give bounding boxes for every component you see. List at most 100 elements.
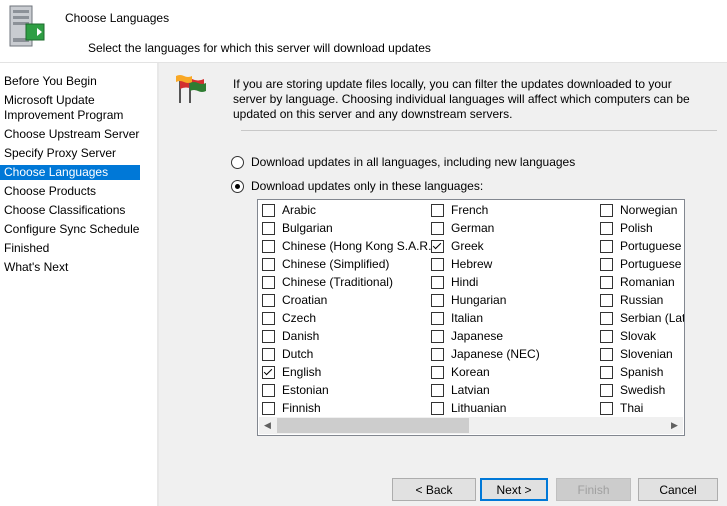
language-checkbox[interactable] (600, 239, 613, 253)
language-item[interactable]: Polish (600, 219, 653, 237)
language-item[interactable]: Chinese (Simplified) (262, 255, 389, 273)
language-label: Romanian (620, 275, 675, 289)
nav-item-choose-upstream-server[interactable]: Choose Upstream Server (0, 127, 140, 142)
language-item[interactable]: Spanish (600, 363, 663, 381)
language-item[interactable]: Hindi (431, 273, 478, 291)
language-item[interactable]: French (431, 201, 488, 219)
nav-item-microsoft-update[interactable]: Microsoft Update (0, 93, 140, 108)
language-item[interactable]: Italian (431, 309, 483, 327)
language-item[interactable]: Slovenian (600, 345, 673, 363)
nav-item-choose-products[interactable]: Choose Products (0, 184, 140, 199)
language-checkbox[interactable] (262, 311, 275, 325)
language-checkbox[interactable] (600, 221, 613, 235)
nav-item-choose-classifications[interactable]: Choose Classifications (0, 203, 140, 218)
horizontal-scrollbar[interactable]: ◀ ▶ (259, 417, 683, 434)
language-checkbox[interactable] (431, 257, 444, 271)
language-item[interactable]: English (262, 363, 321, 381)
language-checkbox[interactable] (262, 329, 275, 343)
nav-item-choose-languages[interactable]: Choose Languages (0, 165, 140, 180)
language-checkbox[interactable] (600, 401, 613, 415)
language-checkbox[interactable] (431, 239, 444, 253)
language-list[interactable]: Arabic Bulgarian Chinese (Hong Kong S.A.… (257, 199, 685, 436)
back-button[interactable]: < Back (392, 478, 476, 501)
language-label: Slovenian (620, 347, 673, 361)
language-checkbox[interactable] (431, 311, 444, 325)
language-checkbox[interactable] (600, 311, 613, 325)
language-checkbox[interactable] (431, 203, 444, 217)
language-item[interactable]: Latvian (431, 381, 490, 399)
nav-item-before-you-begin[interactable]: Before You Begin (0, 74, 140, 89)
language-item[interactable]: Russian (600, 291, 663, 309)
language-checkbox[interactable] (262, 203, 275, 217)
language-checkbox[interactable] (600, 275, 613, 289)
language-checkbox[interactable] (431, 347, 444, 361)
language-checkbox[interactable] (262, 383, 275, 397)
language-item[interactable]: Portuguese (600, 255, 681, 273)
language-checkbox[interactable] (262, 239, 275, 253)
language-item[interactable]: Finnish (262, 399, 321, 417)
language-label: Korean (451, 365, 490, 379)
nav-item-configure-sync-schedule[interactable]: Configure Sync Schedule (0, 222, 140, 237)
language-checkbox[interactable] (600, 383, 613, 397)
language-item[interactable]: Chinese (Hong Kong S.A.R.) (262, 237, 435, 255)
language-checkbox[interactable] (431, 401, 444, 415)
nav-item-improvement-program[interactable]: Improvement Program (0, 108, 140, 123)
language-item[interactable]: Arabic (262, 201, 316, 219)
language-item[interactable]: Korean (431, 363, 490, 381)
language-item[interactable]: Chinese (Traditional) (262, 273, 393, 291)
language-checkbox[interactable] (262, 365, 275, 379)
finish-button[interactable]: Finish (556, 478, 631, 501)
language-checkbox[interactable] (600, 347, 613, 361)
language-item[interactable]: Hungarian (431, 291, 506, 309)
language-item[interactable]: Hebrew (431, 255, 492, 273)
scroll-left-icon[interactable]: ◀ (259, 417, 276, 434)
all-languages-option[interactable]: Download updates in all languages, inclu… (231, 154, 575, 170)
language-item[interactable]: German (431, 219, 494, 237)
language-item[interactable]: Croatian (262, 291, 327, 309)
language-checkbox[interactable] (600, 257, 613, 271)
language-item[interactable]: Estonian (262, 381, 329, 399)
language-checkbox[interactable] (262, 293, 275, 307)
language-checkbox[interactable] (431, 293, 444, 307)
language-checkbox[interactable] (600, 329, 613, 343)
language-checkbox[interactable] (600, 293, 613, 307)
language-item[interactable]: Czech (262, 309, 316, 327)
language-item[interactable]: Romanian (600, 273, 675, 291)
language-checkbox[interactable] (431, 275, 444, 289)
language-item[interactable]: Serbian (Lati (600, 309, 684, 327)
nav-item-finished[interactable]: Finished (0, 241, 140, 256)
next-button[interactable]: Next > (480, 478, 548, 501)
scroll-right-icon[interactable]: ▶ (666, 417, 683, 434)
language-checkbox[interactable] (262, 401, 275, 415)
language-item[interactable]: Lithuanian (431, 399, 506, 417)
language-checkbox[interactable] (600, 203, 613, 217)
scrollbar-thumb[interactable] (277, 418, 469, 433)
nav-item-whats-next[interactable]: What's Next (0, 260, 140, 275)
language-item[interactable]: Japanese (NEC) (431, 345, 540, 363)
language-checkbox[interactable] (431, 221, 444, 235)
language-checkbox[interactable] (431, 365, 444, 379)
all-languages-radio[interactable] (231, 155, 244, 169)
specific-languages-radio[interactable] (231, 179, 244, 193)
language-checkbox[interactable] (600, 365, 613, 379)
language-checkbox[interactable] (262, 257, 275, 271)
language-checkbox[interactable] (262, 275, 275, 289)
language-item[interactable]: Norwegian (600, 201, 677, 219)
language-item[interactable]: Danish (262, 327, 319, 345)
language-checkbox[interactable] (262, 221, 275, 235)
language-item[interactable]: Bulgarian (262, 219, 333, 237)
language-checkbox[interactable] (262, 347, 275, 361)
nav-item-specify-proxy-server[interactable]: Specify Proxy Server (0, 146, 140, 161)
language-item[interactable]: Dutch (262, 345, 313, 363)
cancel-button[interactable]: Cancel (638, 478, 718, 501)
language-item[interactable]: Japanese (431, 327, 503, 345)
language-checkbox[interactable] (431, 329, 444, 343)
language-checkbox[interactable] (431, 383, 444, 397)
language-item[interactable]: Greek (431, 237, 484, 255)
all-languages-label: Download updates in all languages, inclu… (251, 155, 576, 169)
specific-languages-option[interactable]: Download updates only in these languages… (231, 178, 483, 194)
language-item[interactable]: Portuguese (600, 237, 681, 255)
language-item[interactable]: Swedish (600, 381, 665, 399)
language-item[interactable]: Slovak (600, 327, 656, 345)
language-item[interactable]: Thai (600, 399, 643, 417)
